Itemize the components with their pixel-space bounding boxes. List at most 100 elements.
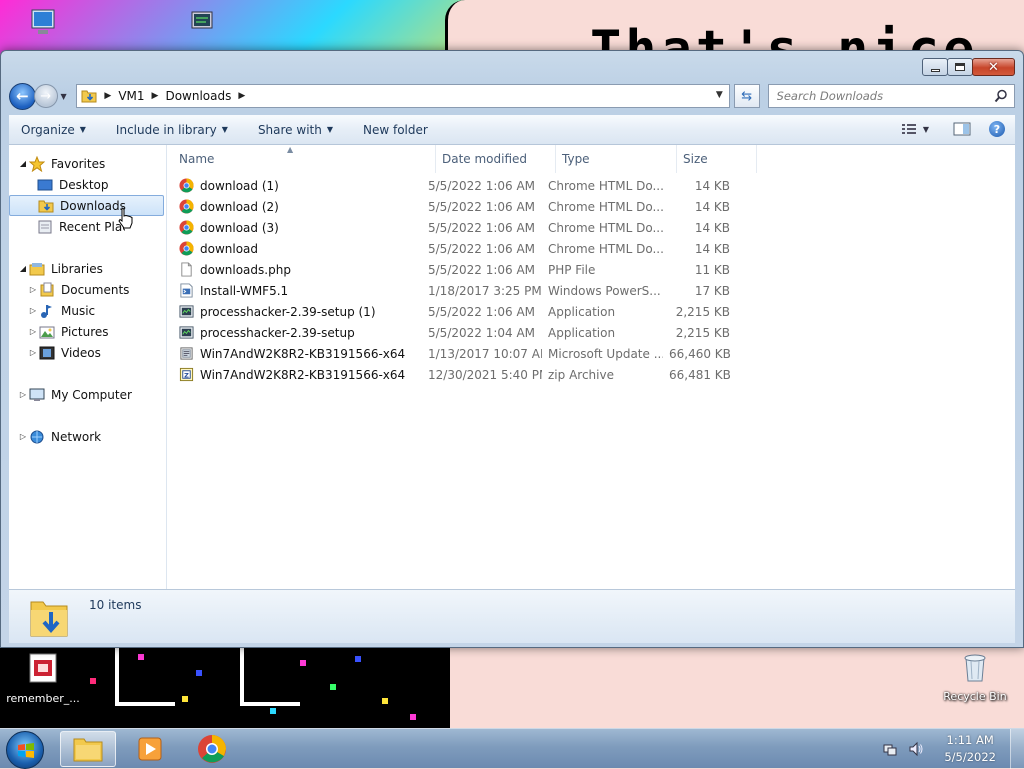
forward-button[interactable]: → [33,84,58,108]
include-in-library-button[interactable]: Include in library ▼ [116,123,228,137]
column-header-size[interactable]: Size [677,145,757,173]
breadcrumb-separator[interactable]: ▶ [152,91,159,101]
start-button[interactable] [6,731,44,769]
volume-icon[interactable] [908,741,924,757]
file-date: 1/18/2017 3:25 PM [428,283,542,298]
search-icon[interactable] [994,89,1008,103]
collapse-arrow-icon[interactable]: ▷ [27,327,39,336]
taskbar-explorer[interactable] [60,731,116,767]
main-area: ◢ Favorites Desktop Downloads Recent Pla… [9,145,1015,589]
breadcrumb-separator[interactable]: ▶ [104,91,111,101]
close-icon: ✕ [988,59,999,75]
file-type: Application [548,304,616,319]
documents-icon [40,282,54,296]
breadcrumb-separator[interactable]: ▶ [238,91,245,101]
clock[interactable]: 1:11 AM 5/5/2022 [944,732,996,766]
chevron-down-icon: ▼ [79,125,86,134]
taskbar-chrome[interactable] [184,731,240,767]
downloads-folder-icon [81,90,97,103]
file-row[interactable]: downloads.php 5/5/2022 1:06 AM PHP File … [167,259,1015,280]
desktop-icon-remember[interactable]: remember_... [4,652,82,705]
file-date: 5/5/2022 1:04 AM [428,325,536,340]
collapse-arrow-icon[interactable]: ▷ [27,306,39,315]
file-row[interactable]: download (1) 5/5/2022 1:06 AM Chrome HTM… [167,175,1015,196]
file-date: 1/13/2017 10:07 AM [428,346,542,361]
change-view-icon[interactable] [901,122,917,136]
collapse-arrow-icon[interactable]: ▷ [27,285,39,294]
desktop-icon-network[interactable] [160,6,238,46]
chevron-down-icon: ▼ [221,125,228,134]
file-row[interactable]: download (3) 5/5/2022 1:06 AM Chrome HTM… [167,217,1015,238]
file-name: downloads.php [200,262,291,277]
taskbar-media-player[interactable] [122,731,178,767]
file-row[interactable]: download (2) 5/5/2022 1:06 AM Chrome HTM… [167,196,1015,217]
file-row[interactable]: download 5/5/2022 1:06 AM Chrome HTML Do… [167,238,1015,259]
nav-downloads[interactable]: Downloads [9,195,164,216]
nav-recent-places[interactable]: Recent Places [9,216,166,237]
chevron-down-icon: ▼ [326,125,333,134]
help-icon[interactable]: ? [989,121,1005,137]
collapse-arrow-icon[interactable]: ▷ [17,432,29,441]
desktop-icon-label: Recycle Bin [943,690,1007,703]
collapse-arrow-icon[interactable]: ▷ [27,348,39,357]
desktop-icon-recycle-bin[interactable]: Recycle Bin [936,650,1014,703]
breadcrumb-vm1[interactable]: VM1 [118,89,144,103]
clock-time: 1:11 AM [946,733,994,747]
breadcrumb-downloads[interactable]: Downloads [165,89,231,103]
new-folder-button[interactable]: New folder [363,123,428,137]
column-header-name[interactable]: ▲ Name [167,145,436,173]
nav-libraries[interactable]: ◢ Libraries [9,258,166,279]
new-folder-label: New folder [363,122,428,137]
file-row[interactable]: processhacker-2.39-setup 5/5/2022 1:04 A… [167,322,1015,343]
minimize-button[interactable] [922,58,948,76]
nav-pictures[interactable]: ▷ Pictures [9,321,166,342]
column-header-type[interactable]: Type [556,145,677,173]
back-button[interactable]: ← [9,82,36,110]
file-type: Chrome HTML Do... [548,199,663,214]
file-size: 14 KB [694,199,730,214]
chevron-down-icon[interactable]: ▼ [716,90,723,100]
preview-pane-icon[interactable] [953,122,971,136]
downloads-folder-icon [30,601,68,636]
nav-documents[interactable]: ▷ Documents [9,279,166,300]
file-name-cell: download (3) [167,220,422,235]
file-date: 5/5/2022 1:06 AM [428,178,536,193]
navigation-bar: ← → ▼ ▶ VM1 ▶ Downloads ▶ ▼ ⇆ [9,81,1015,111]
clock-date: 5/5/2022 [944,750,996,764]
nav-label: Libraries [51,261,103,276]
network-status-icon[interactable] [882,741,898,757]
file-row[interactable]: Z Win7AndW2K8R2-KB3191566-x64 12/30/2021 … [167,364,1015,385]
file-date: 5/5/2022 1:06 AM [428,241,536,256]
file-row[interactable]: processhacker-2.39-setup (1) 5/5/2022 1:… [167,301,1015,322]
include-in-library-label: Include in library [115,122,217,137]
file-type: Chrome HTML Do... [548,220,663,235]
nav-label: Documents [61,282,130,297]
collapse-arrow-icon[interactable]: ▷ [17,390,29,399]
address-bar[interactable]: ▶ VM1 ▶ Downloads ▶ ▼ [76,84,730,108]
file-row[interactable]: Win7AndW2K8R2-KB3191566-x64 1/13/2017 10… [167,343,1015,364]
update-package-icon [179,346,194,361]
expand-arrow-icon[interactable]: ◢ [17,159,29,168]
image-file-icon [29,653,57,683]
file-name-cell: download (2) [167,199,422,214]
file-row[interactable]: Install-WMF5.1 1/18/2017 3:25 PM Windows… [167,280,1015,301]
column-header-date[interactable]: Date modified [436,145,556,173]
desktop-icon-computer[interactable] [0,6,78,46]
refresh-button[interactable]: ⇆ [733,84,760,108]
maximize-button[interactable] [947,58,973,76]
recent-pages-dropdown[interactable]: ▼ [61,92,73,101]
expand-arrow-icon[interactable]: ◢ [17,264,29,273]
nav-network[interactable]: ▷ Network [9,426,166,447]
nav-label: Videos [61,345,101,360]
view-options-dropdown[interactable]: ▼ [923,125,929,134]
nav-music[interactable]: ▷ Music [9,300,166,321]
nav-desktop[interactable]: Desktop [9,174,166,195]
nav-my-computer[interactable]: ▷ My Computer [9,384,166,405]
nav-videos[interactable]: ▷ Videos [9,342,166,363]
share-with-button[interactable]: Share with ▼ [258,123,333,137]
close-button[interactable]: ✕ [972,58,1015,76]
nav-favorites[interactable]: ◢ Favorites [9,153,166,174]
organize-button[interactable]: Organize ▼ [21,123,86,137]
show-desktop-button[interactable] [1010,729,1024,769]
search-input[interactable] [774,86,985,106]
